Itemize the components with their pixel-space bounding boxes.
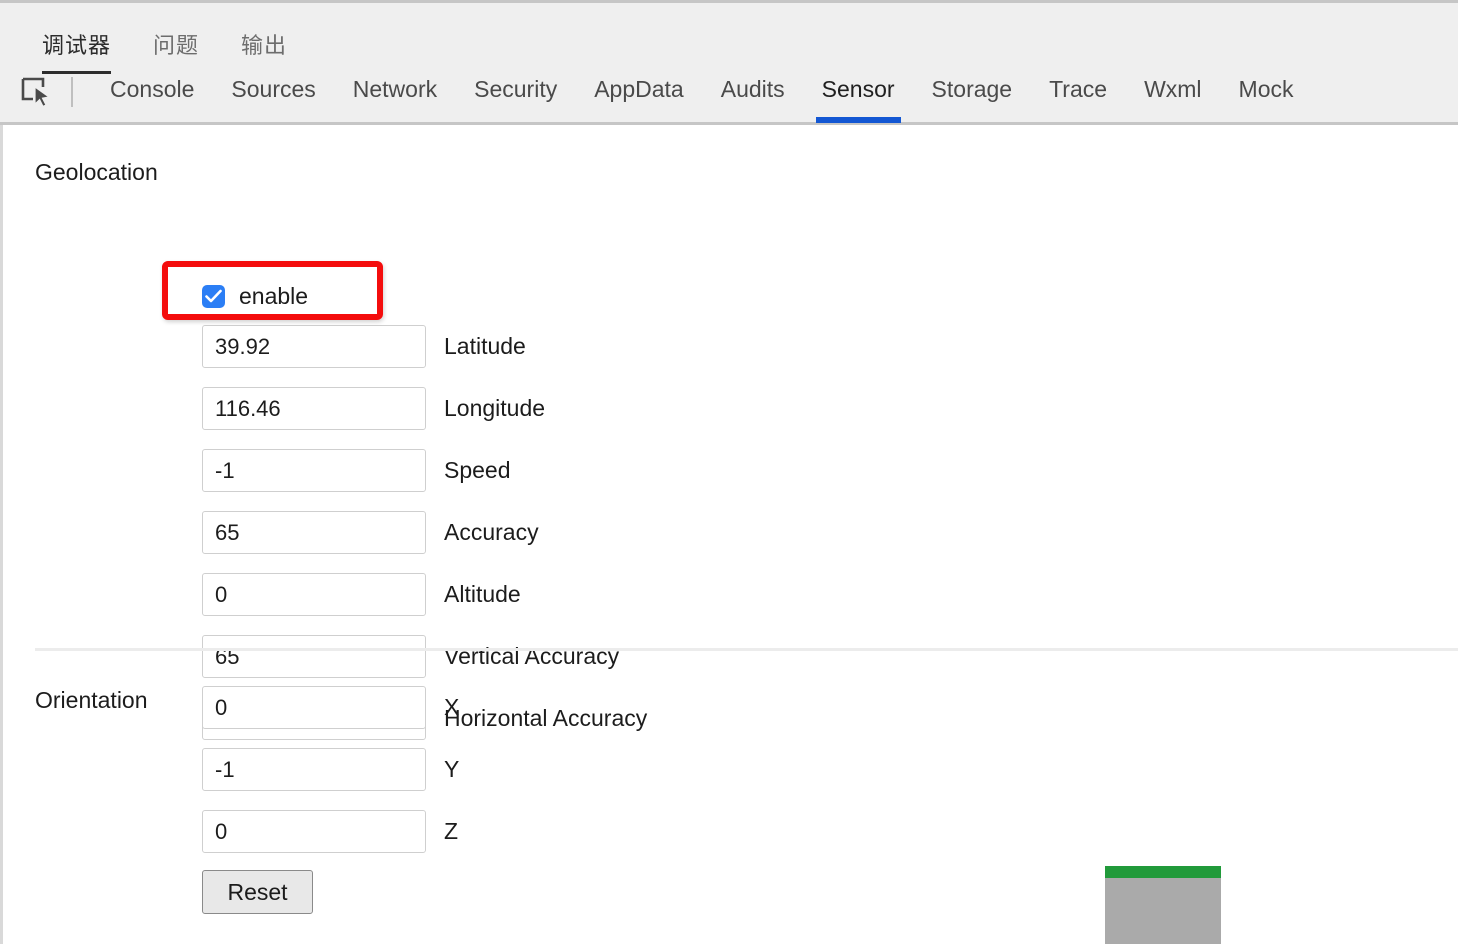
sensor-panel-content: Geolocation enable Latitude Longitude: [0, 125, 1458, 944]
tab-trace-label: Trace: [1049, 76, 1108, 102]
devtools-sensor-panel: 调试器 问题 输出 Console Sources Network Securi…: [0, 0, 1458, 944]
speed-input[interactable]: [202, 449, 426, 492]
device-top-edge: [1105, 866, 1221, 878]
inspect-element-icon[interactable]: [21, 77, 53, 108]
drawer-tab-bar: Console Sources Network Security AppData…: [0, 73, 1458, 125]
panel-tab-issues-label: 问题: [153, 33, 200, 58]
vertical-accuracy-input[interactable]: [202, 635, 426, 678]
field-row-x: X: [202, 686, 459, 729]
tab-appdata[interactable]: AppData: [594, 73, 684, 103]
latitude-caption: Latitude: [444, 333, 526, 359]
tab-wxml[interactable]: Wxml: [1144, 73, 1201, 103]
tab-sources[interactable]: Sources: [231, 73, 315, 103]
panel-tab-output[interactable]: 输出: [241, 6, 287, 60]
longitude-input[interactable]: [202, 387, 426, 430]
tab-audits[interactable]: Audits: [721, 73, 785, 103]
tab-sensor-label: Sensor: [821, 76, 895, 102]
panel-tab-debugger-label: 调试器: [42, 33, 112, 58]
accuracy-caption: Accuracy: [444, 519, 539, 545]
tab-security-label: Security: [474, 76, 558, 102]
orientation-section-label: Orientation: [35, 687, 148, 713]
section-divider: [35, 648, 1458, 651]
tab-security[interactable]: Security: [474, 73, 557, 103]
accuracy-input[interactable]: [202, 511, 426, 554]
device-orientation-visualizer[interactable]: [1105, 866, 1221, 944]
field-row-longitude: Longitude: [202, 387, 545, 430]
field-row-vertical-accuracy: Vertical Accuracy: [202, 635, 619, 678]
speed-caption: Speed: [444, 457, 511, 483]
tab-network[interactable]: Network: [353, 73, 437, 103]
geolocation-enable-checkbox[interactable]: [202, 285, 225, 308]
field-row-z: Z: [202, 810, 458, 853]
altitude-caption: Altitude: [444, 581, 521, 607]
longitude-caption: Longitude: [444, 395, 546, 421]
toolbar-divider: [71, 77, 73, 107]
tab-sources-label: Sources: [231, 76, 316, 102]
orientation-z-caption: Z: [444, 818, 459, 844]
tab-trace[interactable]: Trace: [1049, 73, 1107, 103]
latitude-input[interactable]: [202, 325, 426, 368]
field-row-speed: Speed: [202, 449, 511, 492]
horizontal-accuracy-caption: Horizontal Accuracy: [444, 705, 648, 731]
field-row-latitude: Latitude: [202, 325, 526, 368]
geolocation-section-label: Geolocation: [35, 159, 158, 185]
devtools-header: 调试器 问题 输出 Console Sources Network Securi…: [0, 0, 1458, 125]
field-row-accuracy: Accuracy: [202, 511, 539, 554]
altitude-input[interactable]: [202, 573, 426, 616]
orientation-x-caption: X: [444, 694, 460, 720]
reset-button[interactable]: Reset: [202, 870, 313, 914]
field-row-y: Y: [202, 748, 459, 791]
tab-mock[interactable]: Mock: [1239, 73, 1294, 103]
tab-storage[interactable]: Storage: [932, 73, 1013, 103]
tab-audits-label: Audits: [720, 76, 785, 102]
orientation-y-input[interactable]: [202, 748, 426, 791]
geolocation-enable-row[interactable]: enable: [202, 283, 308, 310]
panel-tab-debugger[interactable]: 调试器: [42, 6, 112, 74]
tab-console-label: Console: [110, 76, 195, 102]
panel-tab-issues[interactable]: 问题: [153, 6, 199, 60]
panel-tab-bar: 调试器 问题 输出: [0, 6, 329, 74]
tab-wxml-label: Wxml: [1144, 76, 1202, 102]
tab-mock-label: Mock: [1238, 76, 1294, 102]
panel-tab-output-label: 输出: [241, 33, 288, 58]
geolocation-enable-label: enable: [239, 283, 309, 309]
tab-console[interactable]: Console: [110, 73, 194, 103]
tab-network-label: Network: [352, 76, 438, 102]
tab-storage-label: Storage: [931, 76, 1013, 102]
tab-appdata-label: AppData: [594, 76, 684, 102]
orientation-x-input[interactable]: [202, 686, 426, 729]
tab-sensor[interactable]: Sensor: [815, 73, 901, 123]
orientation-z-input[interactable]: [202, 810, 426, 853]
field-row-altitude: Altitude: [202, 573, 521, 616]
orientation-y-caption: Y: [444, 756, 460, 782]
